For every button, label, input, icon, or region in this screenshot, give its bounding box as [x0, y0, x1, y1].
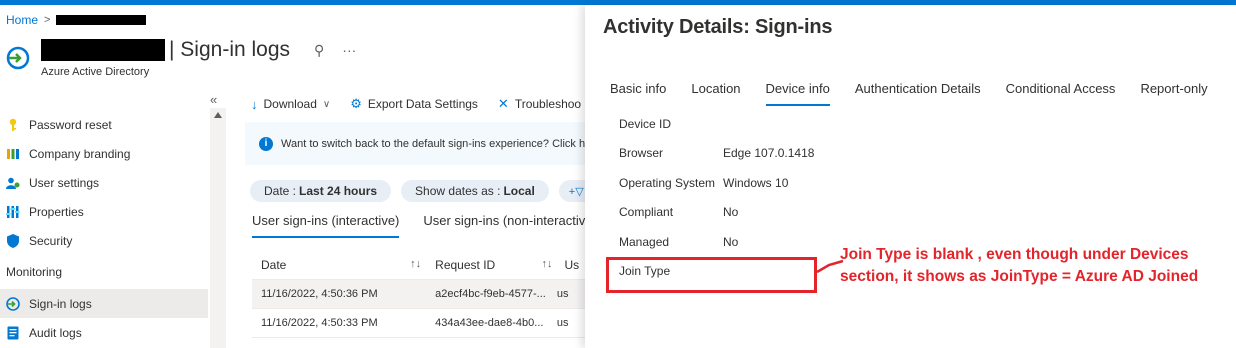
- property-row: Compliant No: [619, 198, 814, 228]
- sidebar-nav: Password reset Company branding User set…: [0, 110, 208, 347]
- tab-interactive[interactable]: User sign-ins (interactive): [252, 213, 400, 238]
- table-row[interactable]: 11/16/2022, 4:50:33 PM 434a43ee-dae8-4b0…: [252, 309, 585, 338]
- more-options-icon[interactable]: ···: [342, 42, 356, 59]
- collapse-sidebar-icon[interactable]: «: [210, 92, 217, 107]
- sidebar-item-sign-in-logs[interactable]: Sign-in logs: [0, 289, 208, 318]
- sidebar-item-properties[interactable]: Properties: [0, 197, 208, 226]
- troubleshoot-button[interactable]: ✕ Troubleshoo: [498, 96, 581, 112]
- tab-report-only[interactable]: Report-only: [1140, 81, 1207, 106]
- properties-icon: [6, 205, 20, 218]
- info-icon: i: [259, 136, 273, 151]
- info-banner-text[interactable]: Want to switch back to the default sign-…: [281, 138, 585, 150]
- property-value: No: [723, 234, 739, 249]
- key-icon: [9, 118, 17, 131]
- tab-device-info[interactable]: Device info: [765, 81, 830, 106]
- table-header-row: Date ↑↓ Request ID ↑↓ Us: [252, 250, 585, 280]
- property-key: Device ID: [619, 116, 672, 131]
- redacted-tenant-name: [56, 15, 147, 25]
- chevron-down-icon: ∨: [322, 98, 331, 110]
- download-button[interactable]: ↓ Download ∨: [251, 97, 330, 112]
- breadcrumb-home-link[interactable]: Home: [6, 13, 38, 27]
- sidebar-scrollbar[interactable]: [210, 108, 226, 348]
- chevron-right-icon: >: [44, 14, 51, 26]
- property-key: Operating System: [619, 175, 716, 190]
- sidebar-item-company-branding[interactable]: Company branding: [0, 139, 208, 168]
- pin-icon[interactable]: ⚲: [314, 42, 324, 59]
- audit-icon: [7, 326, 19, 339]
- export-data-settings-button[interactable]: ⚙ Export Data Settings: [350, 96, 478, 112]
- property-key: Browser: [619, 146, 664, 161]
- property-key: Compliant: [619, 205, 674, 220]
- property-row: Browser Edge 107.0.1418: [619, 139, 814, 169]
- property-value: No: [723, 205, 739, 220]
- command-bar: ↓ Download ∨ ⚙ Export Data Settings ✕ Tr…: [251, 96, 581, 112]
- tab-conditional-access[interactable]: Conditional Access: [1006, 81, 1116, 106]
- sign-ins-table: Date ↑↓ Request ID ↑↓ Us 11/16/2022, 4:5…: [252, 250, 585, 338]
- column-header-request-id[interactable]: Request ID: [435, 258, 495, 272]
- download-icon: ↓: [251, 96, 258, 112]
- branding-icon: [7, 148, 19, 159]
- sidebar-item-password-reset[interactable]: Password reset: [0, 110, 208, 139]
- wrench-icon: ✕: [497, 96, 509, 111]
- sidebar-item-audit-logs[interactable]: Audit logs: [0, 318, 208, 347]
- property-row: Managed No: [619, 227, 814, 257]
- sidebar-section-monitoring: Monitoring: [6, 265, 63, 279]
- sign-in-logs-icon: [6, 46, 30, 70]
- tab-authentication-details[interactable]: Authentication Details: [855, 81, 981, 106]
- sidebar-item-security[interactable]: Security: [0, 226, 208, 255]
- property-key: Managed: [619, 234, 670, 249]
- tab-basic-info[interactable]: Basic info: [610, 81, 666, 106]
- property-value: Edge 107.0.1418: [723, 146, 815, 161]
- tab-non-interactive[interactable]: User sign-ins (non-interactive): [423, 213, 596, 238]
- page-subtitle: Azure Active Directory: [41, 66, 150, 78]
- user-settings-icon: [6, 177, 20, 189]
- page-title-row: | Sign-in logs ⚲ ···: [41, 38, 356, 62]
- breadcrumb: Home >: [6, 13, 147, 27]
- sign-in-icon: [6, 296, 20, 311]
- page-title: | Sign-in logs: [169, 38, 291, 61]
- add-filter-icon: +▽: [568, 185, 584, 198]
- join-type-highlight-box: [606, 257, 817, 293]
- sort-icon[interactable]: ↑↓: [410, 258, 421, 272]
- gear-icon: ⚙: [350, 96, 362, 111]
- tab-location[interactable]: Location: [691, 81, 740, 106]
- sidebar-item-user-settings[interactable]: User settings: [0, 168, 208, 197]
- redacted-tenant-title: [41, 39, 165, 61]
- info-banner: i Want to switch back to the default sig…: [245, 122, 585, 165]
- table-row[interactable]: 11/16/2022, 4:50:36 PM a2ecf4bc-f9eb-457…: [252, 280, 585, 309]
- filter-pills: Date : Last 24 hours Show dates as : Local…: [250, 180, 604, 202]
- panel-title: Activity Details: Sign-ins: [603, 16, 833, 38]
- annotation-text: Join Type is blank , even though under D…: [840, 246, 1199, 285]
- property-value: Windows 10: [723, 175, 789, 190]
- shield-icon: [7, 233, 19, 248]
- sign-in-type-tabs: User sign-ins (interactive) User sign-in…: [252, 213, 597, 238]
- column-header-user[interactable]: Us: [557, 258, 585, 272]
- column-header-date[interactable]: Date: [261, 258, 286, 272]
- scroll-up-icon[interactable]: [214, 112, 222, 118]
- property-row: Device ID: [619, 109, 814, 139]
- sort-icon[interactable]: ↑↓: [542, 258, 553, 272]
- panel-tabs: Basic info Location Device info Authenti…: [610, 81, 1233, 106]
- property-row: Operating System Windows 10: [619, 168, 814, 198]
- show-dates-filter-pill[interactable]: Show dates as : Local: [401, 180, 549, 202]
- activity-details-panel: Activity Details: Sign-ins Basic info Lo…: [585, 5, 1236, 348]
- date-filter-pill[interactable]: Date : Last 24 hours: [250, 180, 392, 202]
